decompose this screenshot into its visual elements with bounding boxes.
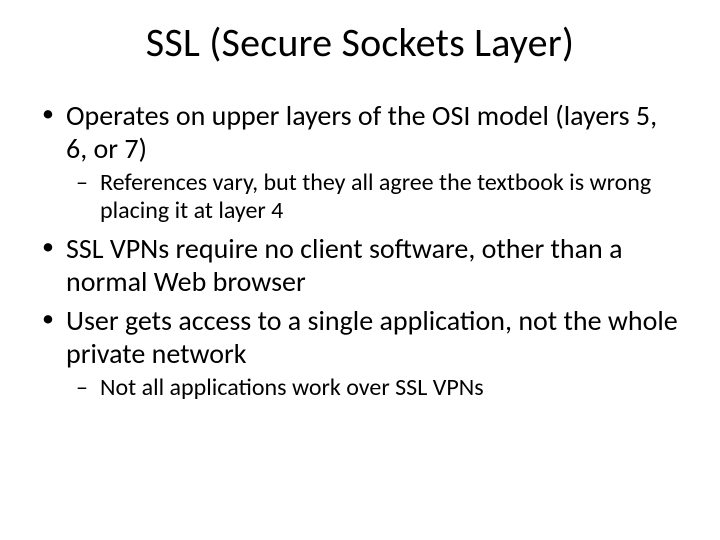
bullet-text: User gets access to a single application… [66, 303, 678, 371]
sub-bullet-text: References vary, but they all agree the … [100, 168, 651, 225]
sub-bullet-list: Not all applications work over SSL VPNs [66, 374, 682, 402]
bullet-text: Operates on upper layers of the OSI mode… [66, 98, 657, 166]
bullet-text: SSL VPNs require no client software, oth… [66, 231, 623, 299]
bullet-item: Operates on upper layers of the OSI mode… [38, 99, 682, 226]
slide: SSL (Secure Sockets Layer) Operates on u… [0, 0, 720, 540]
sub-bullet-list: References vary, but they all agree the … [66, 169, 682, 226]
sub-bullet-item: Not all applications work over SSL VPNs [66, 374, 682, 402]
bullet-item: User gets access to a single application… [38, 304, 682, 402]
bullet-list: Operates on upper layers of the OSI mode… [38, 99, 682, 402]
slide-title: SSL (Secure Sockets Layer) [38, 18, 682, 67]
sub-bullet-text: Not all applications work over SSL VPNs [100, 373, 484, 402]
sub-bullet-item: References vary, but they all agree the … [66, 169, 682, 226]
bullet-item: SSL VPNs require no client software, oth… [38, 232, 682, 298]
